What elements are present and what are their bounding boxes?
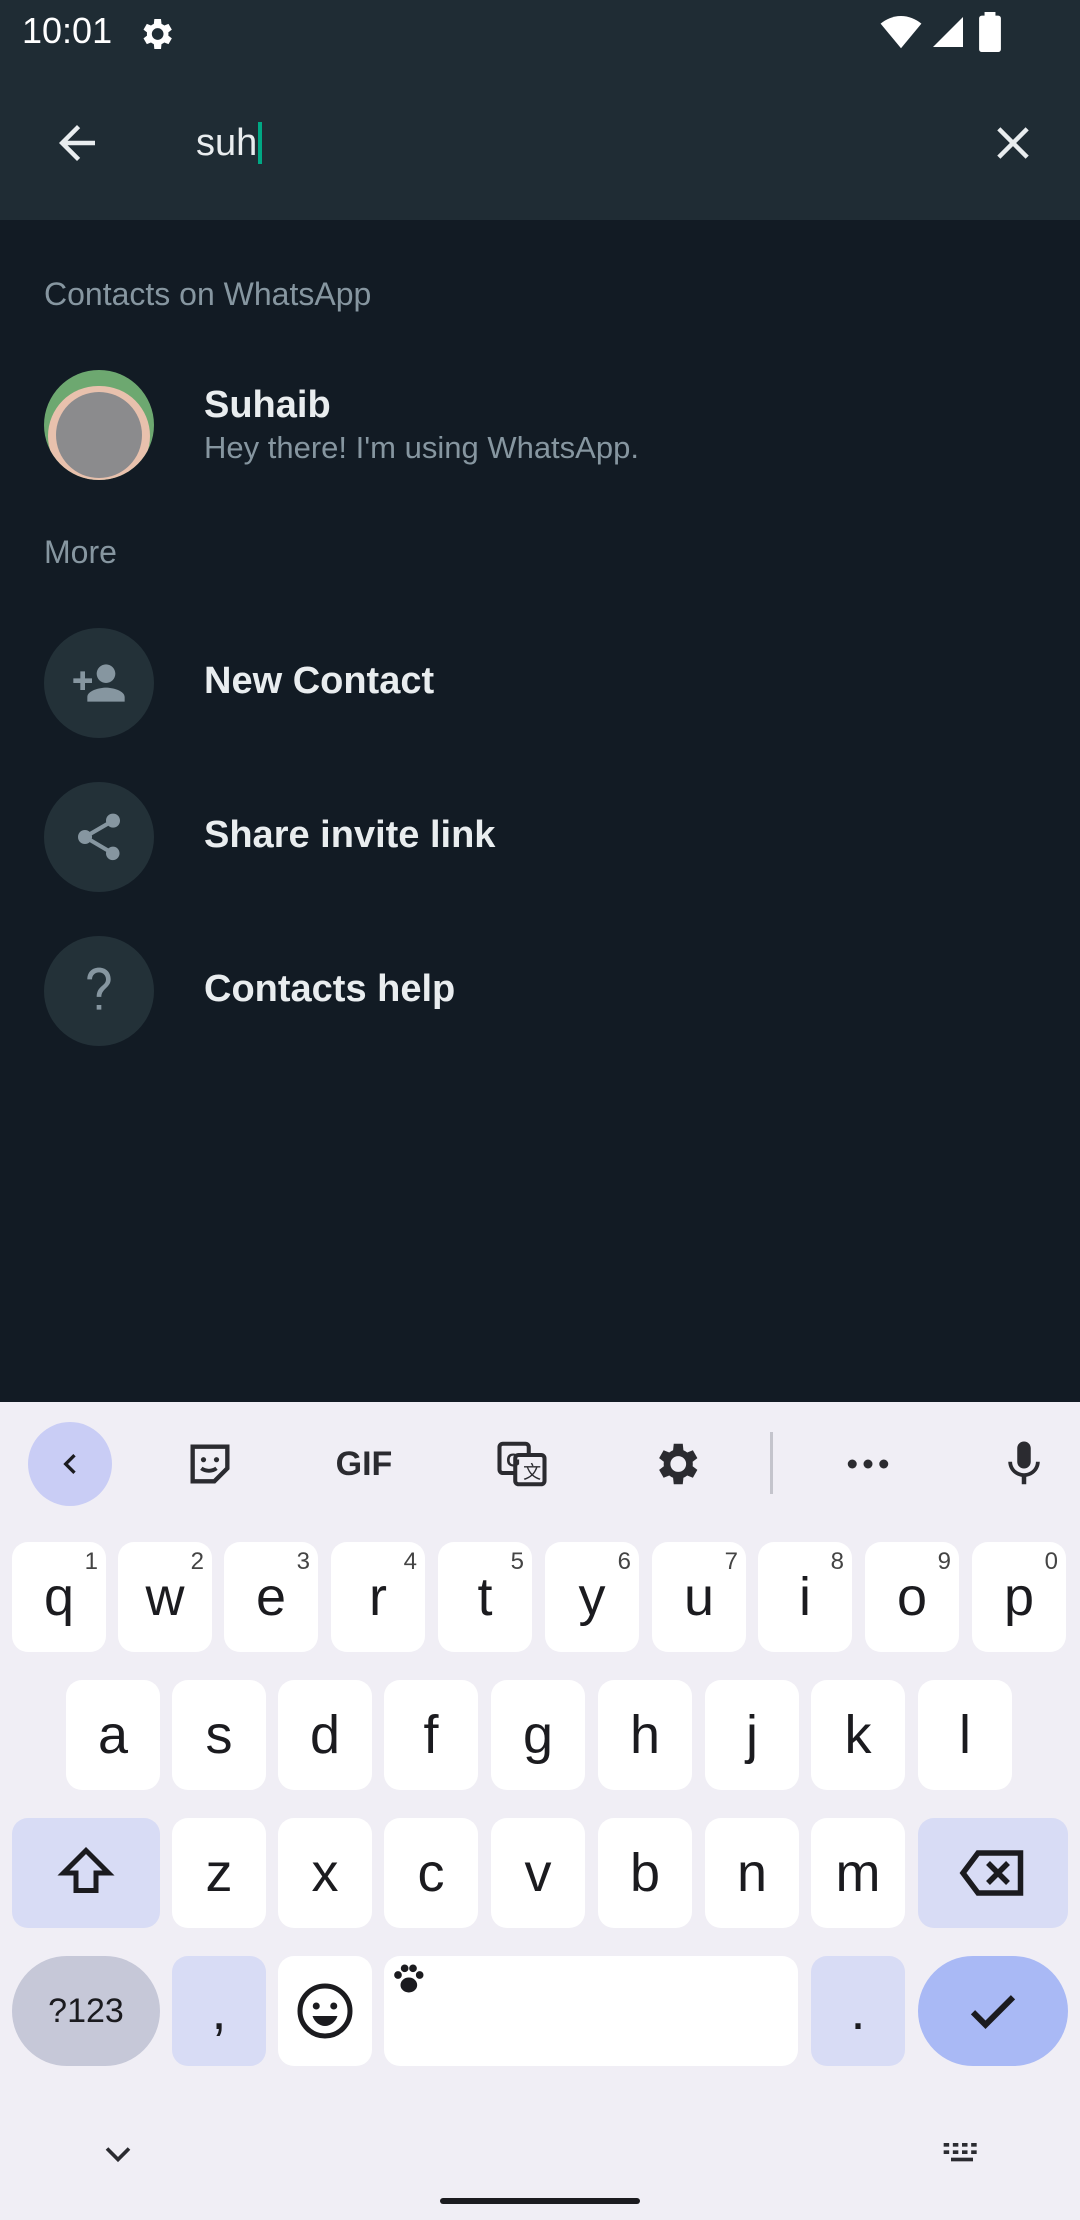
key-f[interactable]: f xyxy=(384,1680,478,1790)
key-s[interactable]: s xyxy=(172,1680,266,1790)
settings-icon xyxy=(659,1443,698,1485)
emoji-icon xyxy=(297,1983,353,2039)
key-x[interactable]: x xyxy=(278,1818,372,1928)
translate-button[interactable]: G文 xyxy=(482,1424,562,1504)
key-c[interactable]: c xyxy=(384,1818,478,1928)
key-p[interactable]: p0 xyxy=(972,1542,1066,1652)
comma-key[interactable]: , xyxy=(172,1956,266,2066)
key-h[interactable]: h xyxy=(598,1680,692,1790)
key-e[interactable]: e3 xyxy=(224,1542,318,1652)
sticker-icon xyxy=(190,1444,230,1484)
backspace-icon xyxy=(959,1850,1024,1896)
backspace-key[interactable] xyxy=(918,1818,1068,1928)
keyboard-collapse-toolbar-button[interactable] xyxy=(28,1422,112,1506)
share-icon xyxy=(78,813,120,861)
settings-gear-icon xyxy=(143,19,172,49)
wifi-icon xyxy=(880,16,922,49)
contacts-section-title: Contacts on WhatsApp xyxy=(44,276,372,312)
keyboard-switch-icon[interactable] xyxy=(940,2132,984,2176)
more-section-title: More xyxy=(44,534,117,570)
key-b[interactable]: b xyxy=(598,1818,692,1928)
gif-button[interactable]: GIF xyxy=(324,1424,404,1504)
add-person-icon xyxy=(73,664,125,702)
status-bar: 10:01 xyxy=(0,0,1080,64)
more-icon xyxy=(847,1459,889,1469)
shift-key[interactable] xyxy=(12,1818,160,1928)
share-invite-link-item[interactable]: Share invite link xyxy=(0,762,1080,912)
checkmark-icon xyxy=(970,1995,1016,2029)
share-icon-circle xyxy=(44,782,154,892)
key-o[interactable]: o9 xyxy=(865,1542,959,1652)
help-icon xyxy=(87,967,111,1010)
back-arrow-icon[interactable] xyxy=(50,116,104,170)
shift-icon xyxy=(57,1846,115,1893)
chevron-left-icon xyxy=(63,1454,76,1474)
add-person-icon-circle xyxy=(44,628,154,738)
key-d[interactable]: d xyxy=(278,1680,372,1790)
search-input[interactable] xyxy=(196,108,956,178)
key-n[interactable]: n xyxy=(705,1818,799,1928)
clear-search-icon[interactable] xyxy=(986,116,1040,170)
key-g[interactable]: g xyxy=(491,1680,585,1790)
hide-keyboard-chevron-icon[interactable] xyxy=(96,2132,140,2176)
key-w[interactable]: w2 xyxy=(118,1542,212,1652)
svg-text:文: 文 xyxy=(523,1463,541,1483)
mic-icon xyxy=(1008,1441,1040,1485)
key-j[interactable]: j xyxy=(705,1680,799,1790)
contact-status: Hey there! I'm using WhatsApp. xyxy=(204,430,639,465)
signal-icon xyxy=(933,17,963,47)
emoji-key[interactable] xyxy=(278,1956,372,2066)
contact-row-suhaib[interactable]: Suhaib Hey there! I'm using WhatsApp. xyxy=(0,350,1080,500)
key-t[interactable]: t5 xyxy=(438,1542,532,1652)
battery-icon xyxy=(979,12,1001,52)
contacts-help-label: Contacts help xyxy=(204,968,456,1010)
help-icon-circle xyxy=(44,936,154,1046)
keyboard-settings-button[interactable] xyxy=(636,1424,716,1504)
enter-key[interactable] xyxy=(918,1956,1068,2066)
contacts-help-item[interactable]: Contacts help xyxy=(0,916,1080,1066)
search-app-bar xyxy=(0,64,1080,220)
soft-keyboard: GIF G文 q1 w2 e3 r4 t5 y6 u7 i8 o9 p0 a s… xyxy=(0,1402,1080,2220)
more-options-button[interactable] xyxy=(828,1424,908,1504)
new-contact-label: New Contact xyxy=(204,660,435,702)
key-i[interactable]: i8 xyxy=(758,1542,852,1652)
key-z[interactable]: z xyxy=(172,1818,266,1928)
text-caret xyxy=(258,122,262,164)
voice-input-button[interactable] xyxy=(984,1424,1064,1504)
key-u[interactable]: u7 xyxy=(652,1542,746,1652)
key-r[interactable]: r4 xyxy=(331,1542,425,1652)
key-q[interactable]: q1 xyxy=(12,1542,106,1652)
space-key[interactable] xyxy=(384,1956,798,2066)
translate-icon: G文 xyxy=(497,1441,547,1487)
key-k[interactable]: k xyxy=(811,1680,905,1790)
period-key[interactable]: . xyxy=(811,1956,905,2066)
svg-text:G: G xyxy=(506,1450,520,1470)
key-y[interactable]: y6 xyxy=(545,1542,639,1652)
gesture-nav-bar[interactable] xyxy=(440,2198,640,2204)
status-time: 10:01 xyxy=(22,10,113,51)
symbols-key[interactable]: ?123 xyxy=(12,1956,160,2066)
key-l[interactable]: l xyxy=(918,1680,1012,1790)
key-m[interactable]: m xyxy=(811,1818,905,1928)
new-contact-item[interactable]: New Contact xyxy=(0,608,1080,758)
paw-icon xyxy=(394,1964,424,1993)
sticker-button[interactable] xyxy=(170,1424,250,1504)
avatar xyxy=(44,370,154,480)
share-invite-link-label: Share invite link xyxy=(204,814,496,856)
toolbar-divider xyxy=(770,1432,773,1494)
key-v[interactable]: v xyxy=(491,1818,585,1928)
key-a[interactable]: a xyxy=(66,1680,160,1790)
contact-name: Suhaib xyxy=(204,384,331,426)
